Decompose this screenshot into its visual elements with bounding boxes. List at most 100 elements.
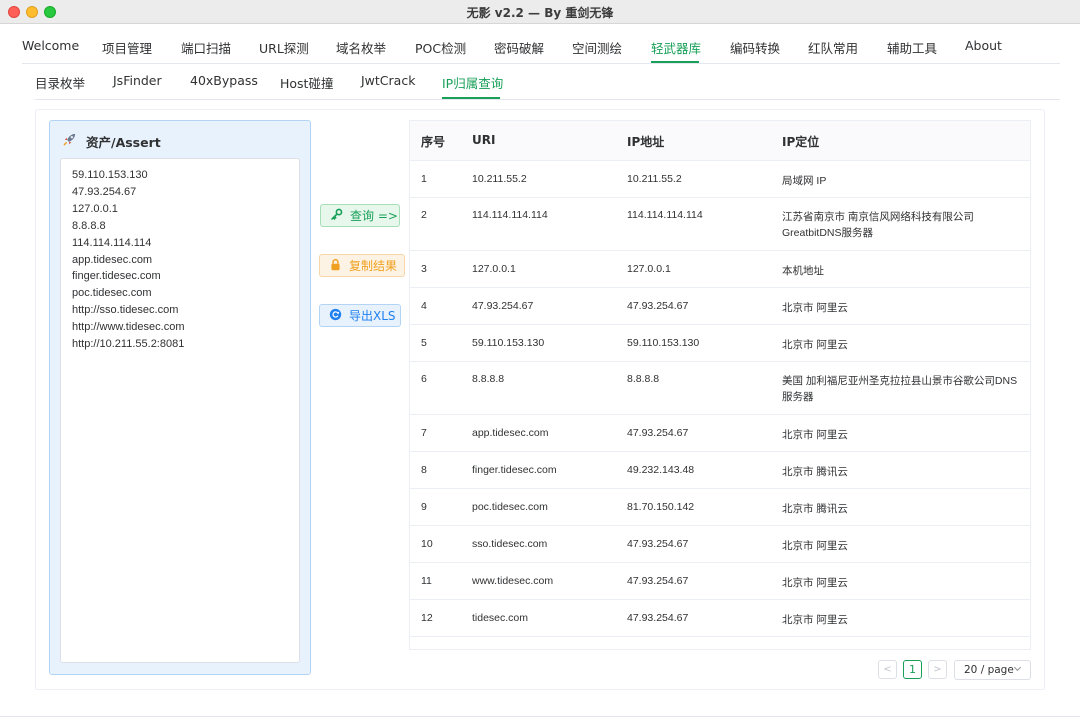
table-row[interactable]: 4 47.93.254.67 47.93.254.67 北京市 阿里云 [410, 288, 1030, 325]
subtab-40xbypass[interactable]: 40xBypass [190, 73, 258, 88]
table-row[interactable]: 1 10.211.55.2 10.211.55.2 局域网 IP [410, 161, 1030, 198]
cell-index: 11 [421, 575, 432, 587]
next-page-button[interactable]: > [928, 660, 947, 679]
lock-icon [329, 258, 343, 274]
cell-uri: 10.211.55.2 [472, 173, 527, 185]
prev-page-button[interactable]: < [878, 660, 897, 679]
asset-line: 8.8.8.8 [72, 219, 106, 232]
export-xls-label: 导出XLS [349, 309, 396, 323]
tab-cyberspace-mapping[interactable]: 空间测绘 [572, 38, 622, 57]
cell-index: 5 [421, 337, 427, 349]
asset-input-textarea[interactable]: 59.110.153.130 47.93.254.67 127.0.0.1 8.… [60, 158, 300, 663]
subtab-dir-enum[interactable]: 目录枚举 [35, 73, 85, 92]
cell-uri: 59.110.153.130 [472, 337, 545, 349]
window-title: 无影 v2.2 — By 重剑无锋 [466, 6, 614, 20]
asset-line: http://10.211.55.2:8081 [72, 338, 185, 351]
cell-ip: 47.93.254.67 [627, 575, 689, 587]
tab-about[interactable]: About [965, 38, 1002, 53]
cell-index: 6 [421, 373, 427, 385]
asset-line: app.tidesec.com [72, 253, 153, 266]
cell-index: 1 [421, 173, 427, 185]
subtab-jsfinder[interactable]: JsFinder [113, 73, 162, 88]
table-row[interactable]: 8 finger.tidesec.com 49.232.143.48 北京市 腾讯云 [410, 452, 1030, 489]
copy-results-button[interactable]: 复制结果 [319, 254, 405, 277]
sub-tab-bar: 目录枚举 JsFinder 40xBypass Host碰撞 JwtCrack … [35, 64, 1060, 100]
table-row[interactable]: 9 poc.tidesec.com 81.70.150.142 北京市 腾讯云 [410, 489, 1030, 526]
table-row[interactable]: 10 sso.tidesec.com 47.93.254.67 北京市 阿里云 [410, 526, 1030, 563]
cell-index: 3 [421, 263, 427, 275]
cell-index: 10 [421, 538, 433, 550]
cell-uri: finger.tidesec.com [472, 464, 557, 476]
column-header-uri[interactable]: URI [472, 133, 495, 147]
cell-ip: 47.93.254.67 [627, 300, 689, 312]
table-row[interactable]: 2 114.114.114.114 114.114.114.114 江苏省南京市 南京… [410, 198, 1030, 251]
cell-uri: www.tidesec.com [472, 575, 554, 587]
cell-location: 美国 加利福尼亚州圣克拉拉县山景市谷歌公司DNS服务器 [782, 375, 1018, 403]
tab-password-crack[interactable]: 密码破解 [494, 38, 544, 57]
cell-ip: 47.93.254.67 [627, 612, 689, 624]
cell-ip: 47.93.254.67 [627, 427, 689, 439]
cell-uri: 8.8.8.8 [472, 373, 505, 385]
results-table: 序号 URI IP地址 IP定位 1 10.211.55.2 10.211.55.2… [409, 120, 1031, 650]
asset-line: poc.tidesec.com [72, 287, 152, 300]
app-window: 无影 v2.2 — By 重剑无锋 Welcome 项目管理 端口扫描 URL探… [0, 0, 1080, 724]
asset-panel: 资产/Assert 59.110.153.130 47.93.254.67 12… [49, 120, 311, 675]
cell-location: 北京市 阿里云 [782, 429, 848, 441]
cell-location: 北京市 腾讯云 [782, 503, 848, 515]
tab-light-arsenal[interactable]: 轻武器库 [651, 38, 701, 57]
tab-port-scan[interactable]: 端口扫描 [181, 38, 231, 57]
query-button[interactable]: 查询 => [320, 204, 400, 227]
cell-location: 北京市 腾讯云 [782, 466, 848, 478]
query-button-label: 查询 => [350, 209, 398, 223]
asset-panel-header: 资产/Assert [62, 132, 161, 151]
page-size-select[interactable]: 20 / page [954, 660, 1031, 680]
subtab-host-collision[interactable]: Host碰撞 [280, 73, 333, 92]
cell-ip: 47.93.254.67 [627, 538, 689, 550]
cell-ip: 114.114.114.114 [627, 209, 703, 221]
title-bar: 无影 v2.2 — By 重剑无锋 [0, 0, 1080, 24]
cell-uri: sso.tidesec.com [472, 538, 548, 550]
cell-location: 北京市 阿里云 [782, 540, 848, 552]
table-row[interactable]: 7 app.tidesec.com 47.93.254.67 北京市 阿里云 [410, 415, 1030, 452]
column-header-index[interactable]: 序号 [421, 133, 445, 150]
current-page-button[interactable]: 1 [903, 660, 922, 679]
cell-location: 北京市 阿里云 [782, 302, 848, 314]
asset-line: 127.0.0.1 [72, 202, 118, 215]
cell-index: 9 [421, 501, 427, 513]
main-tab-bar: Welcome 项目管理 端口扫描 URL探测 域名枚举 POC检测 密码破解 … [22, 28, 1060, 64]
column-header-ip[interactable]: IP地址 [627, 133, 664, 150]
cell-uri: 127.0.0.1 [472, 263, 516, 275]
cell-index: 2 [421, 209, 427, 221]
table-row[interactable]: 3 127.0.0.1 127.0.0.1 本机地址 [410, 251, 1030, 288]
cell-ip: 59.110.153.130 [627, 337, 700, 349]
table-row[interactable]: 11 www.tidesec.com 47.93.254.67 北京市 阿里云 [410, 563, 1030, 600]
subtab-jwtcrack[interactable]: JwtCrack [361, 73, 415, 88]
tab-poc-detect[interactable]: POC检测 [415, 38, 466, 57]
active-subtab-indicator [442, 97, 500, 99]
cell-location: 北京市 阿里云 [782, 339, 848, 351]
cell-ip: 81.70.150.142 [627, 501, 695, 513]
table-header: 序号 URI IP地址 IP定位 [410, 121, 1030, 161]
tab-encoding[interactable]: 编码转换 [730, 38, 780, 57]
tab-aux-tools[interactable]: 辅助工具 [887, 38, 937, 57]
window-bottom-edge [0, 716, 1080, 724]
cell-uri: 114.114.114.114 [472, 209, 548, 221]
table-row[interactable]: 6 8.8.8.8 8.8.8.8 美国 加利福尼亚州圣克拉拉县山景市谷歌公司DNS服… [410, 362, 1030, 415]
tab-project-management[interactable]: 项目管理 [102, 38, 152, 57]
cell-ip: 49.232.143.48 [627, 464, 695, 476]
export-xls-button[interactable]: 导出XLS [319, 304, 401, 327]
refresh-icon [329, 308, 343, 324]
tab-domain-enum[interactable]: 域名枚举 [336, 38, 386, 57]
table-row[interactable]: 12 tidesec.com 47.93.254.67 北京市 阿里云 [410, 600, 1030, 637]
table-row[interactable]: 5 59.110.153.130 59.110.153.130 北京市 阿里云 [410, 325, 1030, 362]
cell-ip: 8.8.8.8 [627, 373, 660, 385]
cell-uri: 47.93.254.67 [472, 300, 534, 312]
tab-welcome[interactable]: Welcome [22, 38, 79, 53]
subtab-ip-lookup[interactable]: IP归属查询 [442, 73, 503, 92]
column-header-location[interactable]: IP定位 [782, 133, 819, 150]
tab-redteam[interactable]: 红队常用 [808, 38, 858, 57]
active-tab-indicator [651, 61, 699, 63]
cell-uri: tidesec.com [472, 612, 529, 624]
chevron-down-icon [1013, 664, 1022, 676]
tab-url-probe[interactable]: URL探测 [259, 38, 309, 57]
